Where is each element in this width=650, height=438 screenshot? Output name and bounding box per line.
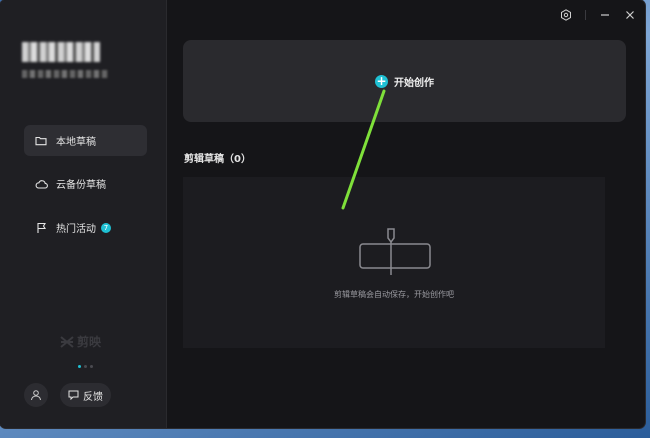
- start-creation-button[interactable]: + 开始创作: [375, 74, 434, 89]
- page-dots: [78, 365, 93, 368]
- drafts-empty-state: 剪辑草稿会自动保存，开始创作吧: [183, 177, 605, 348]
- plus-icon: +: [375, 74, 388, 88]
- jianying-logo-icon: [60, 335, 74, 348]
- app-window: 本地草稿 云备份草稿 热门活动 7 剪映 反馈 + 开始创作 剪辑草稿（0） 剪…: [0, 0, 645, 428]
- feedback-label: 反馈: [83, 391, 103, 403]
- sidebar-item-cloud-drafts[interactable]: 云备份草稿: [24, 168, 147, 199]
- flag-icon: [34, 221, 48, 235]
- drafts-section-title: 剪辑草稿（0）: [184, 154, 251, 165]
- sidebar-item-hot-events[interactable]: 热门活动 7: [24, 212, 147, 243]
- sidebar-item-label: 本地草稿: [56, 137, 96, 148]
- user-icon: [31, 390, 41, 401]
- watermark-text: 剪映: [77, 335, 102, 349]
- feedback-button[interactable]: 反馈: [60, 383, 111, 407]
- titlebar-divider: [585, 10, 586, 20]
- sidebar-item-label: 云备份草稿: [56, 180, 106, 191]
- start-creation-card[interactable]: + 开始创作: [183, 40, 626, 122]
- avatar[interactable]: [24, 383, 48, 407]
- sidebar-item-label: 热门活动: [56, 224, 96, 235]
- sidebar: 本地草稿 云备份草稿 热门活动 7 剪映 反馈: [0, 0, 167, 428]
- close-icon: [626, 11, 634, 19]
- folder-icon: [34, 134, 48, 148]
- gear-icon: [561, 9, 571, 21]
- close-button[interactable]: [623, 8, 637, 22]
- blurred-user-info: [22, 42, 110, 82]
- empty-state-message: 剪辑草稿会自动保存，开始创作吧: [334, 290, 454, 299]
- watermark-logo: 剪映: [60, 333, 101, 350]
- settings-button[interactable]: [559, 8, 573, 22]
- cloud-icon: [34, 177, 48, 191]
- notification-badge: 7: [101, 222, 111, 233]
- start-creation-label: 开始创作: [394, 77, 434, 89]
- minimize-button[interactable]: [598, 8, 612, 22]
- sidebar-item-local-drafts[interactable]: 本地草稿: [24, 125, 147, 156]
- empty-timeline-icon: [359, 228, 431, 275]
- minimize-icon: [601, 14, 609, 16]
- message-icon: [68, 390, 79, 400]
